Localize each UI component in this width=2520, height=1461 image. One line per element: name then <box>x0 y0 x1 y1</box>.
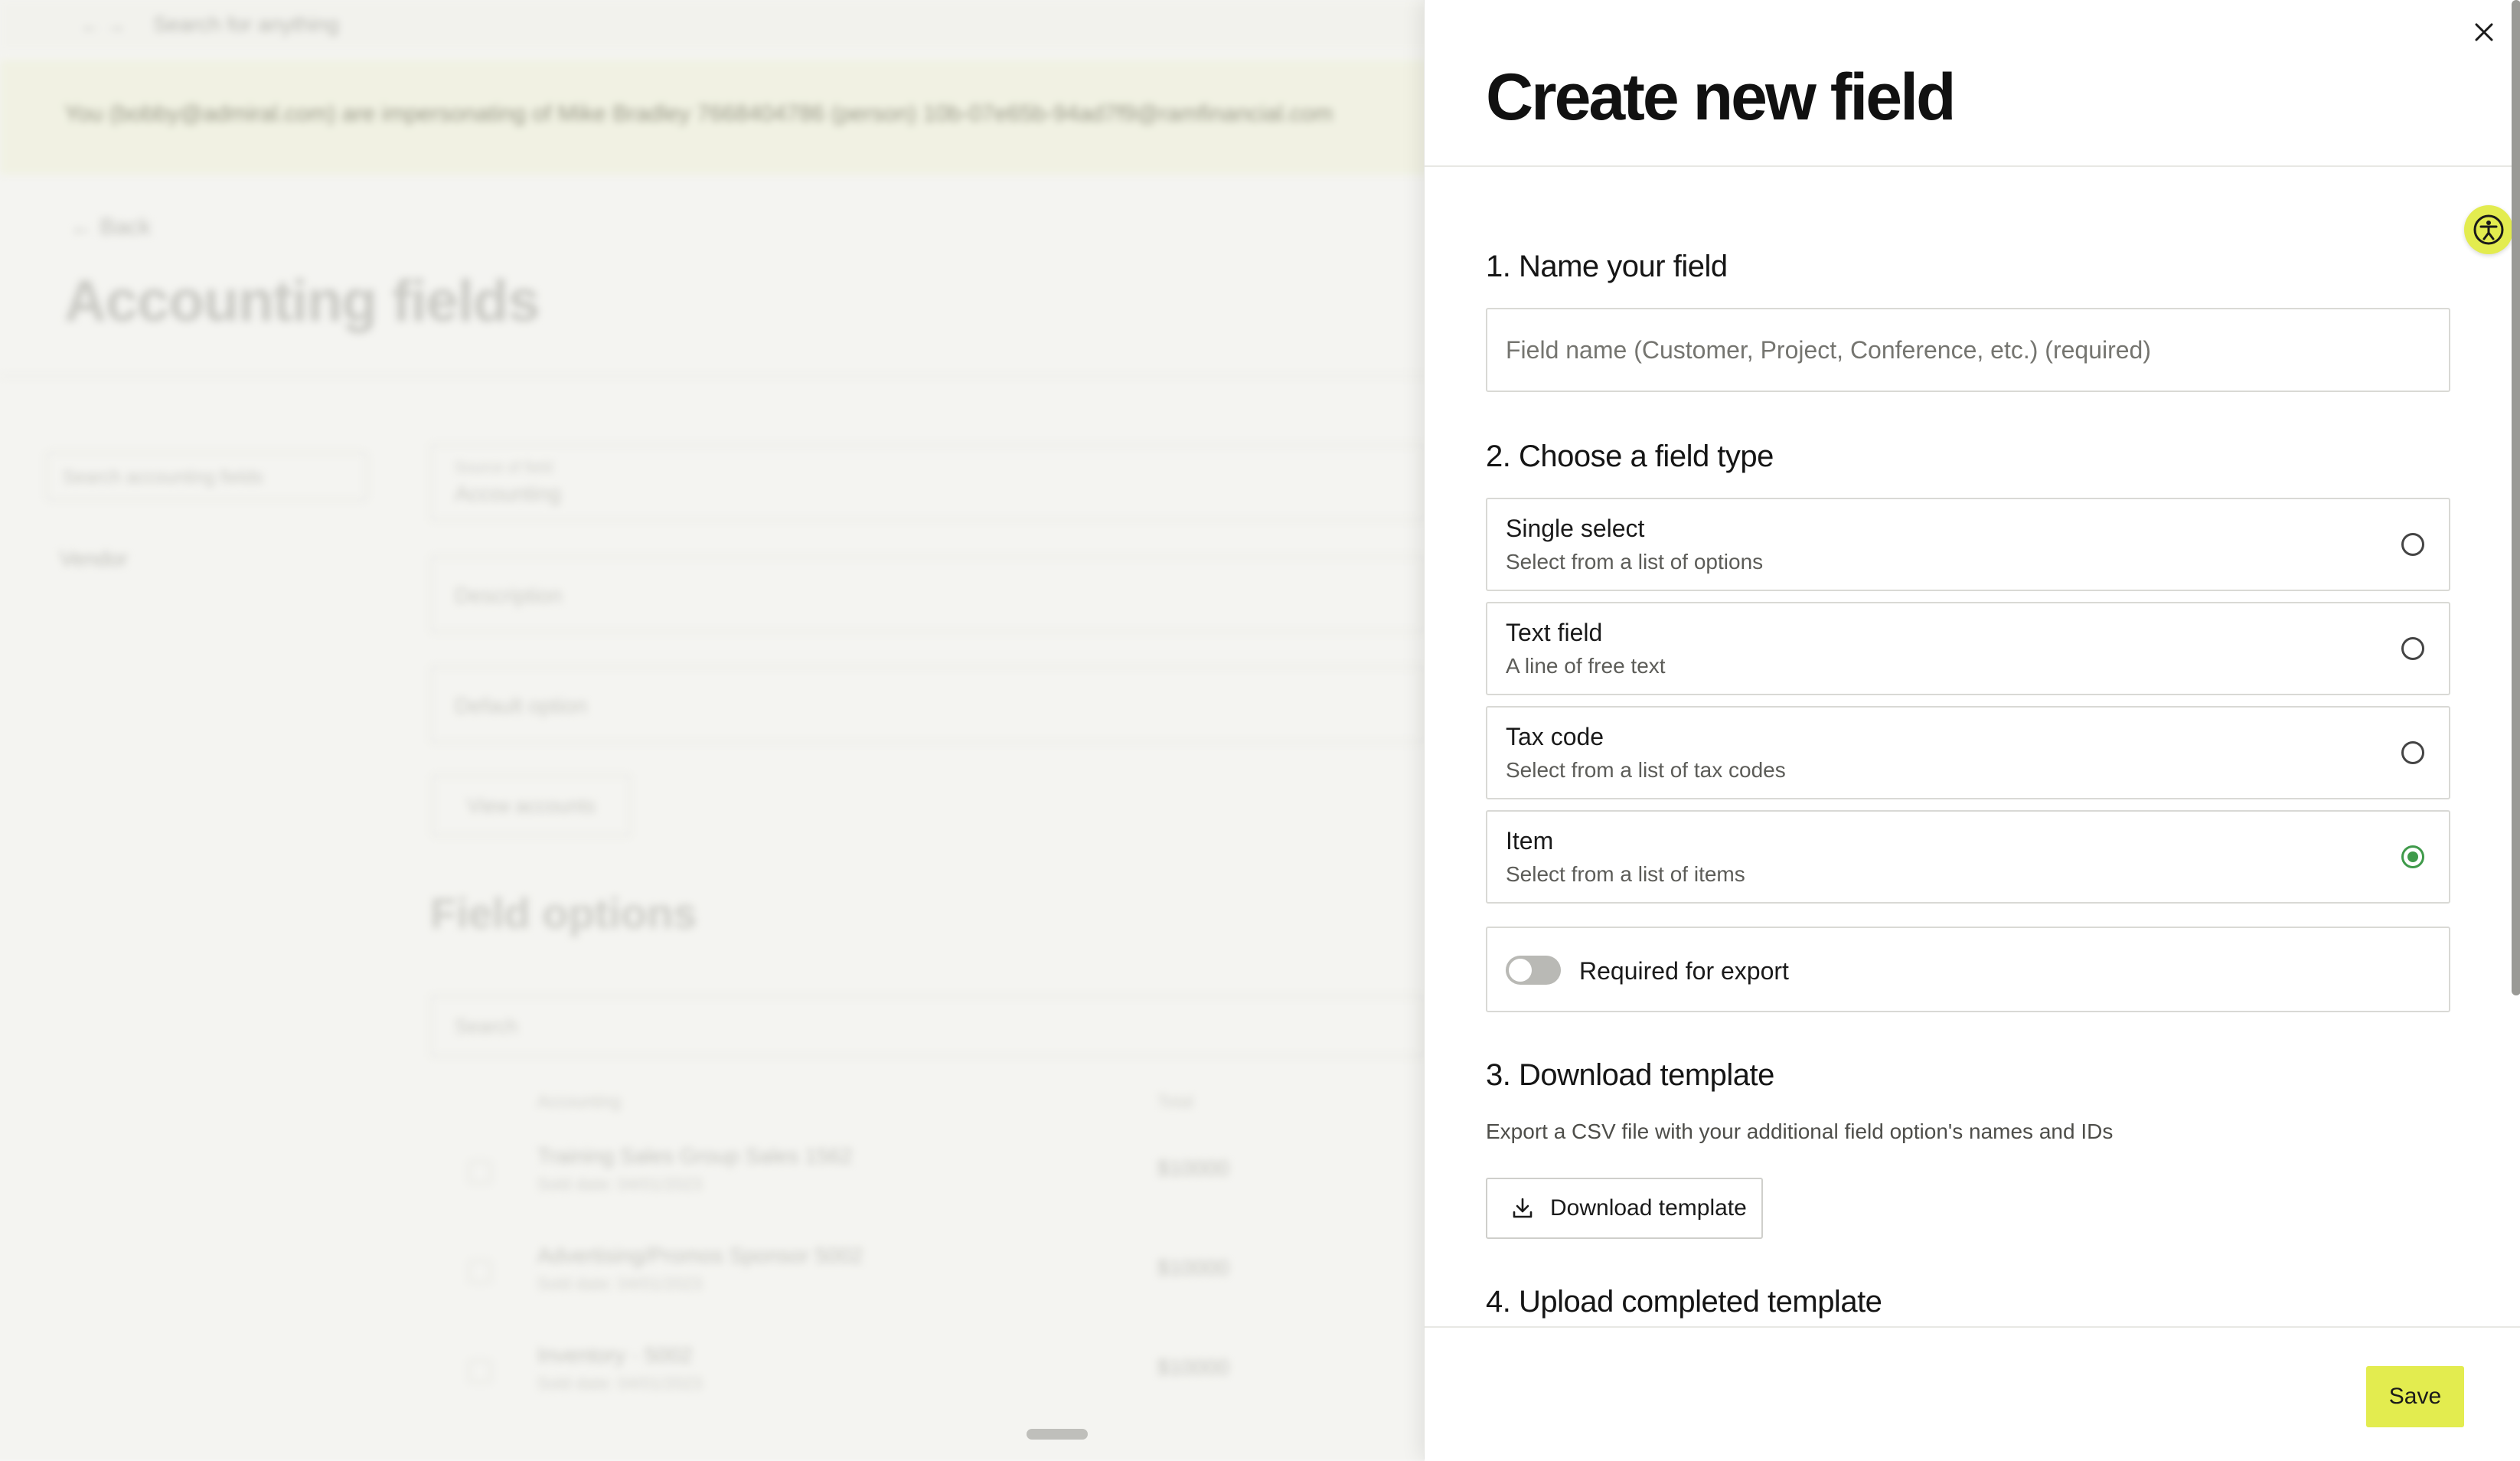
drag-handle[interactable] <box>1027 1429 1088 1440</box>
drawer-footer <box>1425 1326 2520 1461</box>
type-option-single-select[interactable]: Single select Select from a list of opti… <box>1486 498 2450 591</box>
download-icon <box>1510 1195 1536 1221</box>
modal-overlay[interactable] <box>0 0 1424 1459</box>
option-title: Tax code <box>1506 723 1604 750</box>
option-description: Select from a list of items <box>1506 862 1745 886</box>
download-template-button[interactable]: Download template <box>1486 1178 1763 1239</box>
radio-button[interactable] <box>2401 741 2424 764</box>
create-field-drawer: Create new field 1. Name your field 2. C… <box>1424 0 2520 1461</box>
radio-button[interactable] <box>2401 533 2424 556</box>
section-download-heading: 3. Download template <box>1486 1058 1774 1092</box>
drawer-title: Create new field <box>1486 60 1957 134</box>
scrollbar[interactable] <box>2512 0 2520 995</box>
toggle-label: Required for export <box>1579 957 1789 985</box>
option-title: Text field <box>1506 619 1603 646</box>
drawer-header: Create new field <box>1425 0 2520 167</box>
section-name-heading: 1. Name your field <box>1486 250 1728 283</box>
section-type-heading: 2. Choose a field type <box>1486 440 1774 473</box>
type-option-tax-code[interactable]: Tax code Select from a list of tax codes <box>1486 706 2450 799</box>
option-description: Select from a list of options <box>1506 550 1764 574</box>
type-option-text-field[interactable]: Text field A line of free text <box>1486 602 2450 695</box>
save-button[interactable]: Save <box>2366 1366 2464 1427</box>
accessibility-icon[interactable] <box>2464 205 2513 254</box>
required-toggle[interactable] <box>1506 956 1561 985</box>
option-title: Single select <box>1506 515 1645 542</box>
radio-button-selected[interactable] <box>2401 845 2424 868</box>
radio-button[interactable] <box>2401 637 2424 660</box>
close-icon[interactable] <box>2463 11 2505 54</box>
download-button-label: Download template <box>1550 1195 1747 1221</box>
section-upload-heading: 4. Upload completed template <box>1486 1285 1882 1319</box>
type-option-item[interactable]: Item Select from a list of items <box>1486 810 2450 904</box>
field-name-input[interactable] <box>1486 308 2450 392</box>
option-description: Select from a list of tax codes <box>1506 758 1786 782</box>
option-description: A line of free text <box>1506 654 1666 678</box>
download-description: Export a CSV file with your additional f… <box>1486 1119 2114 1143</box>
required-for-export-row: Required for export <box>1486 927 2450 1012</box>
option-title: Item <box>1506 827 1554 855</box>
